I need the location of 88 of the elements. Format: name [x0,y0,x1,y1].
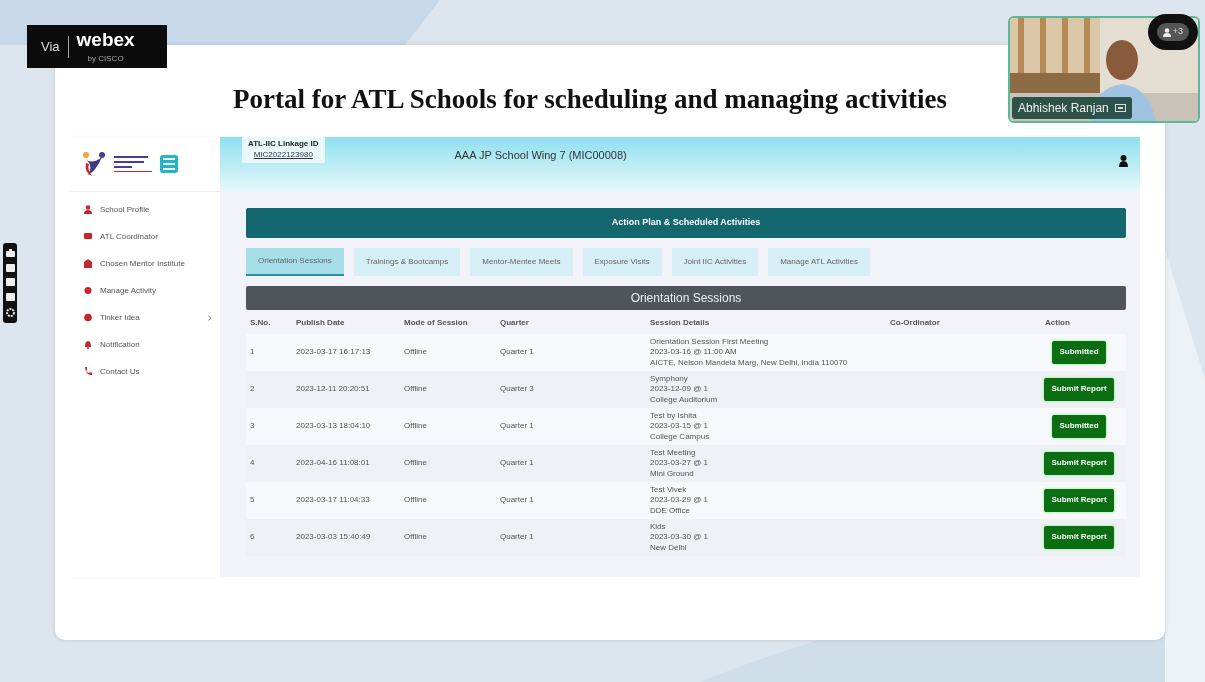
sidebar-item[interactable]: ATL Coordinator [70,223,220,251]
column-header: Publish Date [296,317,345,327]
sidebar-label: Chosen Mentor Institute [100,257,185,270]
table-cell: 4 [250,458,255,469]
table-cell: Orientation Session First Meeting 2023-03-16 @ 11:00 AM AICTE, Nelson Mandela Marg, New Delhi, India 110070 [650,336,848,368]
chevron-icon [207,314,212,321]
table-cell: 2023-03-17 11:04:33 [296,495,370,506]
sidebar-item[interactable]: Manage Activity [70,277,220,305]
webex-wordmark: webex [76,28,135,50]
school-name: AAA JP School Wing 7 (MIC00008) [454,148,628,164]
user-icon[interactable] [1119,155,1128,168]
table-cell: Quarter 1 [500,532,534,543]
logo-wordmark-icon [114,154,152,175]
table-cell: 1 [250,347,255,358]
slide-title: Portal for ATL Schools for scheduling and managing activities [233,83,948,116]
tab[interactable]: Joint IIC Activities [671,247,759,276]
building-icon [84,259,92,269]
tab[interactable]: Manage ATL Activities [768,247,870,276]
tab[interactable]: Exposure Visits [582,247,662,276]
settings-icon[interactable] [5,307,15,317]
table-cell: Offline [404,495,427,506]
action-button[interactable]: Submit Report [1044,452,1114,475]
table-cell: Offline [404,532,427,543]
table-cell: 3 [250,421,255,432]
logo-icon [82,151,106,178]
table-cell: Kids 2023-03-30 @ 1 New Delhi [650,521,708,553]
tab[interactable]: Orientation Sessions [246,247,344,276]
linkage-id-link[interactable]: MIC2022123980 [248,150,319,161]
id-card-icon [84,232,92,242]
sidebar-label: Manage Activity [100,284,157,297]
table-cell: 2023-03-17 16:17:13 [296,347,371,358]
table-cell: Offline [404,458,427,469]
action-button[interactable]: Submit Report [1044,378,1114,401]
participant-count: +3 [1172,25,1184,39]
sidebar-item[interactable]: School Profile [70,196,220,224]
phone-icon [84,367,92,377]
sidebar-label: Contact Us [100,365,140,378]
action-button[interactable]: Submit Report [1044,526,1114,549]
table-cell: 2023-12-11 20:20:51 [296,384,370,395]
table-cell: Offline [404,384,427,395]
via-label: Via [41,37,60,56]
table-title-bar: Orientation Sessions [246,285,1126,310]
table-cell: Test Vivek 2023-03-29 @ 1 DDE Office [650,484,708,516]
table-cell: 2 [250,384,255,395]
table-cell: 6 [250,532,255,543]
table-cell: 5 [250,495,255,506]
table-cell: Quarter 1 [500,347,534,358]
camera-icon[interactable] [5,249,15,258]
sidebar-item[interactable]: Chosen Mentor Institute [70,250,220,278]
person-icon [1162,27,1171,37]
column-header: Co-Ordinator [890,317,940,327]
table-cell: Offline [404,421,427,432]
column-header: Quarter [500,317,529,327]
person-icon [84,205,92,215]
column-header: Action [1045,317,1070,327]
table-cell: 2023-04-16 11:08:01 [296,458,370,469]
table-cell: Quarter 1 [500,495,534,506]
table-cell: Quarter 3 [500,384,534,395]
column-header: Mode of Session [404,317,468,327]
table-cell: Quarter 1 [500,421,534,432]
sidebar-item[interactable]: Tinker Idea [70,304,220,332]
table-cell: 2023-03-13 18:04:10 [296,421,371,432]
sidebar-item[interactable]: Notification [70,331,220,359]
action-button[interactable]: Submit Report [1044,489,1114,512]
linkage-label: ATL-IIC Linkage ID [248,139,319,151]
section-title-bar: Action Plan & Scheduled Activities [246,208,1126,238]
table-cell: Symphony 2023-12-09 @ 1 College Auditorium [650,373,718,405]
table-cell: Test Meeting 2023-03-27 @ 1 Mini Ground [650,447,708,479]
tab[interactable]: Mentor-Mentee Meets [470,247,573,276]
sidebar-item[interactable]: Contact Us [70,358,220,386]
sidebar-label: School Profile [100,203,150,216]
action-button[interactable]: Submitted [1052,341,1106,364]
table-cell: 2023-03-03 15:40:49 [296,532,371,543]
table-cell: Offline [404,347,427,358]
sidebar-label: Tinker Idea [100,311,140,324]
sidebar-label: Notification [100,338,140,351]
tab[interactable]: Trainings & Bootcamps [353,247,461,276]
cisco-label: by CISCO [86,52,125,65]
participant-name: Abhishek Ranjan [1018,100,1109,117]
column-header: Session Details [650,317,710,327]
table-cell: Quarter 1 [500,458,534,469]
sidebar-label: ATL Coordinator [100,230,158,243]
participants-button[interactable]: +3 [1148,14,1198,50]
action-button[interactable]: Submitted [1052,415,1106,438]
screen-icon [1114,104,1126,112]
column-header: S.No. [250,317,271,327]
bell-icon [84,340,92,350]
table-cell: Test by Ishita 2023-03-15 @ 1 College Campus [650,410,710,442]
